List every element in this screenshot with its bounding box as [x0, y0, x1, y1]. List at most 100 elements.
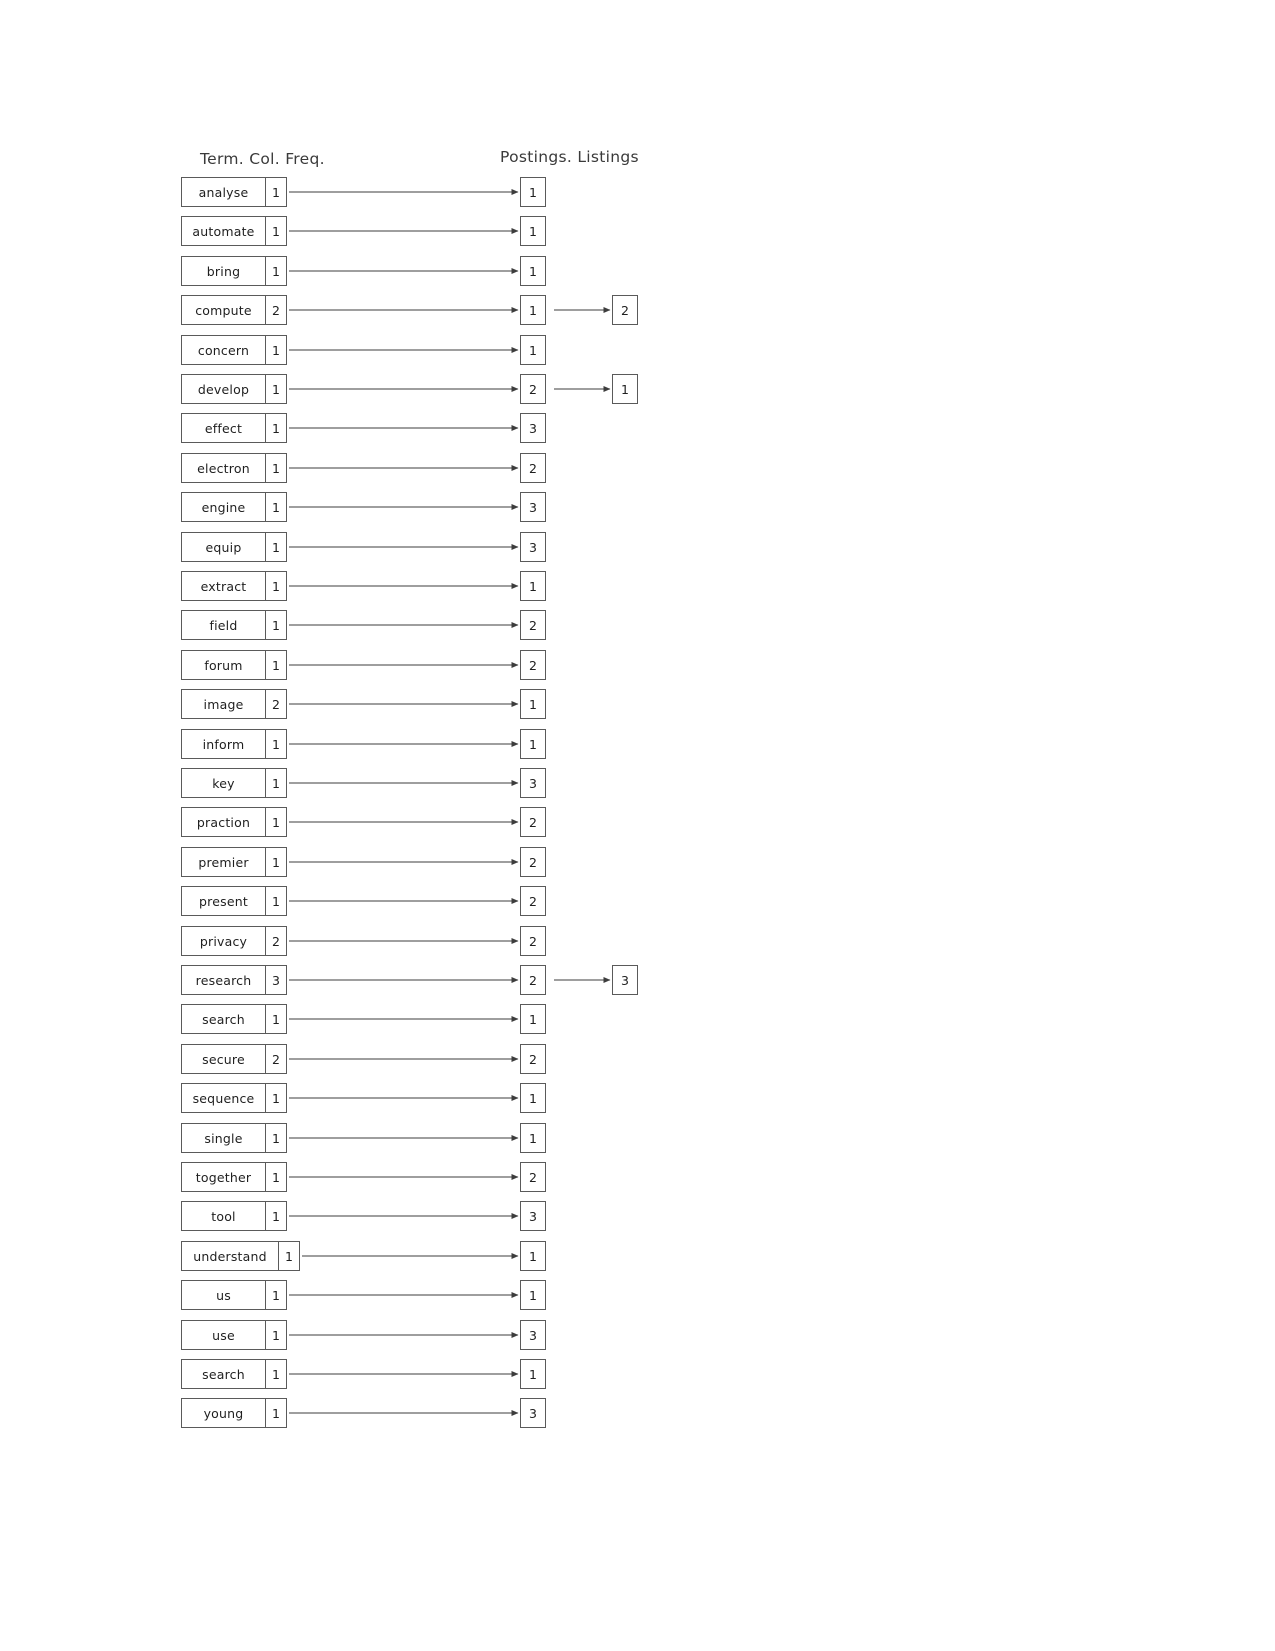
- term-label: us: [181, 1280, 265, 1310]
- term-label: image: [181, 689, 265, 719]
- term-label: single: [181, 1123, 265, 1153]
- term-entry[interactable]: compute 2: [181, 295, 287, 325]
- posting-box-level2[interactable]: 3: [612, 965, 638, 995]
- posting-box[interactable]: 2: [520, 965, 546, 995]
- term-label: inform: [181, 729, 265, 759]
- term-entry[interactable]: secure 2: [181, 1044, 287, 1074]
- term-entry[interactable]: search 1: [181, 1359, 287, 1389]
- term-entry[interactable]: research 3: [181, 965, 287, 995]
- posting-box[interactable]: 1: [520, 729, 546, 759]
- posting-box[interactable]: 2: [520, 453, 546, 483]
- posting-box[interactable]: 1: [520, 1004, 546, 1034]
- term-entry[interactable]: equip 1: [181, 532, 287, 562]
- posting-box[interactable]: 1: [520, 1359, 546, 1389]
- term-label: young: [181, 1398, 265, 1428]
- posting-box[interactable]: 1: [520, 256, 546, 286]
- term-label: sequence: [181, 1083, 265, 1113]
- term-entry[interactable]: single 1: [181, 1123, 287, 1153]
- term-entry[interactable]: automate 1: [181, 216, 287, 246]
- collection-frequency-value: 1: [265, 1123, 287, 1153]
- term-entry[interactable]: image 2: [181, 689, 287, 719]
- posting-box[interactable]: 3: [520, 1320, 546, 1350]
- collection-frequency-value: 1: [265, 1398, 287, 1428]
- posting-box-level2[interactable]: 2: [612, 295, 638, 325]
- term-entry[interactable]: tool 1: [181, 1201, 287, 1231]
- term-label: analyse: [181, 177, 265, 207]
- posting-box[interactable]: 1: [520, 1280, 546, 1310]
- collection-frequency-value: 1: [265, 610, 287, 640]
- term-entry[interactable]: praction 1: [181, 807, 287, 837]
- term-entry[interactable]: us 1: [181, 1280, 287, 1310]
- term-entry[interactable]: privacy 2: [181, 926, 287, 956]
- posting-box[interactable]: 3: [520, 768, 546, 798]
- posting-box[interactable]: 1: [520, 335, 546, 365]
- posting-box[interactable]: 2: [520, 610, 546, 640]
- collection-frequency-value: 1: [265, 1162, 287, 1192]
- term-entry[interactable]: engine 1: [181, 492, 287, 522]
- term-label: develop: [181, 374, 265, 404]
- posting-box[interactable]: 2: [520, 1162, 546, 1192]
- term-label: key: [181, 768, 265, 798]
- term-entry[interactable]: forum 1: [181, 650, 287, 680]
- collection-frequency-value: 1: [265, 413, 287, 443]
- posting-box-level2[interactable]: 1: [612, 374, 638, 404]
- posting-box[interactable]: 3: [520, 1398, 546, 1428]
- collection-frequency-value: 1: [265, 886, 287, 916]
- posting-box[interactable]: 2: [520, 847, 546, 877]
- posting-box[interactable]: 2: [520, 374, 546, 404]
- term-label: present: [181, 886, 265, 916]
- term-entry[interactable]: understand 1: [181, 1241, 300, 1271]
- collection-frequency-value: 1: [265, 374, 287, 404]
- collection-frequency-value: 1: [265, 1320, 287, 1350]
- term-entry[interactable]: present 1: [181, 886, 287, 916]
- collection-frequency-value: 2: [265, 295, 287, 325]
- posting-box[interactable]: 2: [520, 807, 546, 837]
- term-label: forum: [181, 650, 265, 680]
- posting-box[interactable]: 1: [520, 216, 546, 246]
- posting-box[interactable]: 3: [520, 1201, 546, 1231]
- term-label: privacy: [181, 926, 265, 956]
- term-entry[interactable]: young 1: [181, 1398, 287, 1428]
- posting-box[interactable]: 3: [520, 532, 546, 562]
- collection-frequency-value: 1: [265, 453, 287, 483]
- term-label: tool: [181, 1201, 265, 1231]
- term-entry[interactable]: analyse 1: [181, 177, 287, 207]
- posting-box[interactable]: 2: [520, 926, 546, 956]
- posting-box[interactable]: 3: [520, 413, 546, 443]
- term-entry[interactable]: sequence 1: [181, 1083, 287, 1113]
- term-entry[interactable]: together 1: [181, 1162, 287, 1192]
- collection-frequency-value: 2: [265, 926, 287, 956]
- posting-box[interactable]: 1: [520, 1241, 546, 1271]
- term-entry[interactable]: extract 1: [181, 571, 287, 601]
- posting-box[interactable]: 2: [520, 1044, 546, 1074]
- collection-frequency-value: 1: [265, 1201, 287, 1231]
- term-entry[interactable]: premier 1: [181, 847, 287, 877]
- posting-box[interactable]: 1: [520, 571, 546, 601]
- term-entry[interactable]: effect 1: [181, 413, 287, 443]
- term-entry[interactable]: use 1: [181, 1320, 287, 1350]
- term-label: automate: [181, 216, 265, 246]
- posting-box[interactable]: 1: [520, 689, 546, 719]
- term-label: secure: [181, 1044, 265, 1074]
- term-entry[interactable]: search 1: [181, 1004, 287, 1034]
- term-entry[interactable]: key 1: [181, 768, 287, 798]
- posting-box[interactable]: 1: [520, 1123, 546, 1153]
- term-entry[interactable]: field 1: [181, 610, 287, 640]
- posting-box[interactable]: 3: [520, 492, 546, 522]
- posting-box[interactable]: 2: [520, 650, 546, 680]
- term-label: engine: [181, 492, 265, 522]
- posting-box[interactable]: 1: [520, 295, 546, 325]
- term-column-header: Term. Col. Freq.: [200, 150, 325, 168]
- collection-frequency-value: 2: [265, 1044, 287, 1074]
- posting-box[interactable]: 2: [520, 886, 546, 916]
- term-entry[interactable]: inform 1: [181, 729, 287, 759]
- term-entry[interactable]: bring 1: [181, 256, 287, 286]
- term-entry[interactable]: electron 1: [181, 453, 287, 483]
- term-entry[interactable]: concern 1: [181, 335, 287, 365]
- collection-frequency-value: 1: [265, 571, 287, 601]
- posting-box[interactable]: 1: [520, 1083, 546, 1113]
- term-entry[interactable]: develop 1: [181, 374, 287, 404]
- posting-box[interactable]: 1: [520, 177, 546, 207]
- collection-frequency-value: 1: [265, 256, 287, 286]
- term-label: effect: [181, 413, 265, 443]
